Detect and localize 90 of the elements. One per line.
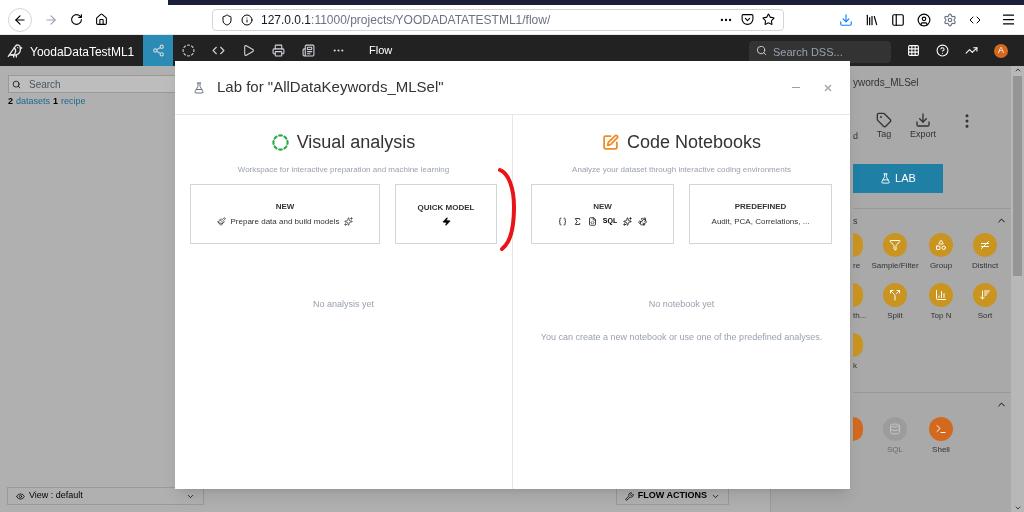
bar-chart-icon <box>935 288 947 301</box>
search-field[interactable]: Search DSS... <box>749 40 891 63</box>
scroll-down-icon[interactable] <box>1013 504 1022 512</box>
summary-link[interactable]: recipe <box>61 95 86 109</box>
bookmark-star-icon[interactable] <box>762 13 775 26</box>
database-icon <box>889 422 901 435</box>
quick-model-card[interactable]: QUICK MODEL <box>395 184 497 244</box>
library-icon[interactable] <box>865 12 879 27</box>
tag-icon <box>876 112 892 128</box>
not-equal-icon <box>979 238 991 251</box>
column-subtitle: Workspace for interactive preparation and machine learning <box>237 164 450 176</box>
edit-icon <box>601 134 619 151</box>
newspaper-icon <box>301 44 315 57</box>
recipe-button[interactable]: Distinct <box>963 232 1007 277</box>
address-bar[interactable]: 127.0.0.1:11000/projects/YOODADATATESTML1/flow/ <box>212 8 784 31</box>
new-analysis-card[interactable]: NEW Prepare data and build models <box>190 184 380 244</box>
recipe-button[interactable]: Sample/Filter <box>871 232 919 277</box>
funnel-icon <box>889 238 901 251</box>
summary-link[interactable]: datasets <box>16 95 51 109</box>
help-icon[interactable] <box>936 44 949 57</box>
recipe-button[interactable]: Top N <box>919 282 963 327</box>
lab-button[interactable]: LAB <box>853 163 943 193</box>
recipe-button[interactable]: Split <box>871 282 919 327</box>
search-icon <box>12 80 21 89</box>
download-icon <box>915 112 931 128</box>
project-name[interactable]: YoodaDataTestML1 <box>30 44 135 59</box>
empty-message: No analysis yet <box>313 298 374 311</box>
dialog-title: Lab for "AllDataKeywords_MLSel" <box>217 77 444 98</box>
empty-message: No notebook yet <box>648 298 715 311</box>
summary-count: 2 <box>8 95 13 108</box>
brush-icon <box>216 217 226 226</box>
url-text: 127.0.0.1:11000/projects/YOODADATATESTML1/flow/ <box>261 11 551 29</box>
menu-icon[interactable] <box>1001 12 1016 27</box>
search-field[interactable]: Search <box>8 75 178 93</box>
dashed-circle-icon <box>271 134 289 151</box>
sigma-icon <box>572 217 582 226</box>
section-title: Flow <box>369 43 393 59</box>
account-icon[interactable] <box>917 12 931 27</box>
section-heading: s <box>853 214 858 228</box>
recipe-button[interactable]: Sort <box>963 282 1007 327</box>
sort-icon <box>979 288 991 301</box>
terminal-icon <box>935 422 947 435</box>
recipe-label: th... <box>853 309 867 322</box>
action-label: d <box>853 130 858 143</box>
pocket-icon[interactable] <box>741 13 754 26</box>
column-title: Visual analysis <box>296 131 416 154</box>
sparkles-icon <box>344 217 354 226</box>
scrollbar-thumb[interactable] <box>1013 76 1022 276</box>
recipe-label: re <box>853 259 861 272</box>
flask-icon <box>193 81 205 94</box>
recipe-label: k <box>853 359 857 372</box>
bird-logo-icon[interactable] <box>7 42 23 59</box>
apps-grid-icon[interactable] <box>907 44 920 57</box>
flask-icon <box>880 172 892 184</box>
printer-icon <box>271 44 285 57</box>
summary-count: 1 <box>53 95 59 108</box>
code-icon <box>211 44 225 57</box>
sparkles-icon <box>623 217 633 226</box>
column-subtitle: Analyze your dataset through interactive coding environments <box>572 164 791 176</box>
user-avatar[interactable]: A <box>994 43 1008 58</box>
empty-message: You can create a new notebook or use one of the predefined analyses. <box>540 330 823 344</box>
predefined-card[interactable]: PREDEFINED Audit, PCA, Correlations, ... <box>689 184 832 244</box>
flow-icon <box>151 44 165 57</box>
dashed-circle-icon <box>181 44 195 57</box>
lightning-icon <box>441 217 451 226</box>
sidebar-icon[interactable] <box>891 12 905 27</box>
shapes-icon <box>935 238 947 251</box>
action-button[interactable]: Tag <box>876 112 892 142</box>
info-icon <box>241 13 253 26</box>
play-icon <box>241 44 255 57</box>
view-dropdown[interactable]: View : default <box>7 487 204 505</box>
split-icon <box>889 288 901 301</box>
recipe-button[interactable]: Group <box>919 232 963 277</box>
column-title: Code Notebooks <box>626 131 762 154</box>
file-code-icon <box>587 217 597 226</box>
scroll-up-icon[interactable] <box>1013 66 1022 74</box>
action-button[interactable]: Export <box>910 112 937 142</box>
search-icon <box>756 44 767 56</box>
recipe-button[interactable]: Shell <box>919 416 963 461</box>
rabbit-icon <box>638 217 648 226</box>
gear-icon[interactable] <box>943 12 957 27</box>
trend-icon[interactable] <box>965 44 978 57</box>
home-icon[interactable] <box>95 13 108 26</box>
braces-icon <box>557 217 567 226</box>
eye-icon <box>16 491 25 501</box>
download-icon[interactable] <box>839 12 853 27</box>
reload-icon[interactable] <box>70 13 83 26</box>
wrench-icon <box>624 491 634 501</box>
shield-icon <box>221 13 233 26</box>
panel-title: ywords_MLSel <box>853 76 920 90</box>
